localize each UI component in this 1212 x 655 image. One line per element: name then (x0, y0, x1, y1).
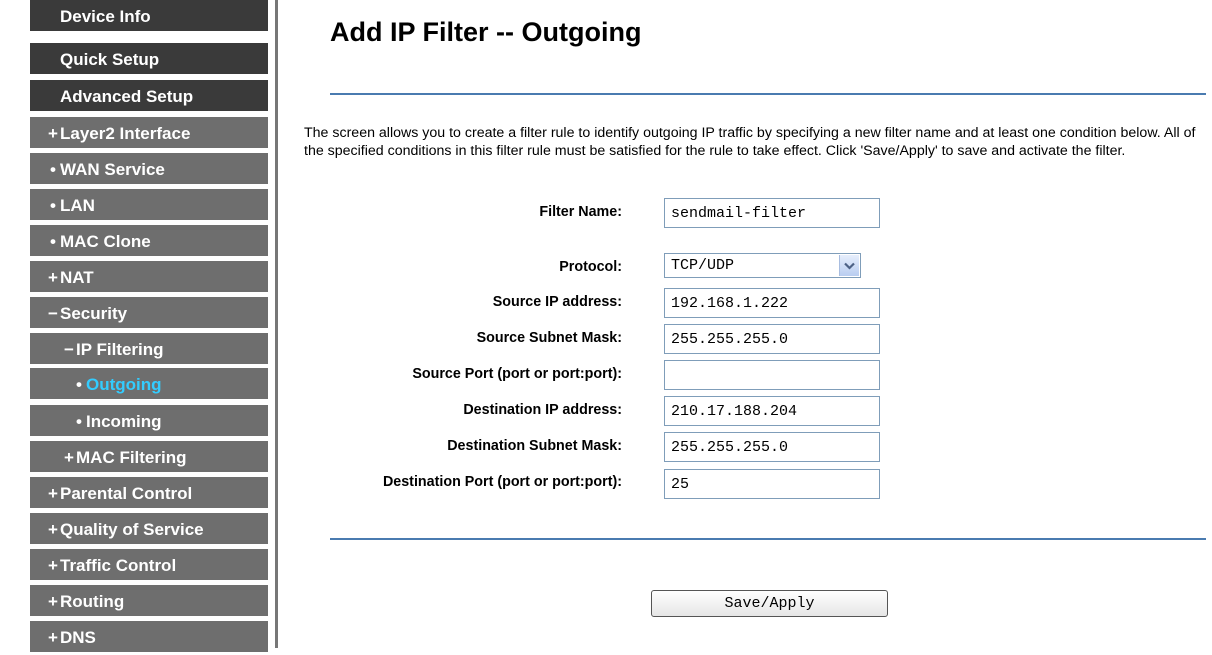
source-mask-input[interactable] (664, 324, 880, 354)
sidebar-item-label: IP Filtering (76, 340, 164, 359)
source-ip-input[interactable] (664, 288, 880, 318)
sidebar-item-lan[interactable]: • LAN (30, 189, 268, 223)
sidebar-nav: Device Info Quick Setup Advanced Setup +… (0, 0, 268, 655)
filter-name-input[interactable] (664, 198, 880, 228)
sidebar-item-prefix: + (48, 520, 58, 539)
sidebar-item-label: MAC Filtering (76, 448, 187, 467)
sidebar-item-label: LAN (60, 196, 95, 215)
sidebar-item-label: NAT (60, 268, 94, 287)
page-description: The screen allows you to create a filter… (304, 125, 1196, 159)
protocol-select[interactable]: TCP/UDP (664, 253, 861, 278)
sidebar-item-prefix: + (48, 556, 58, 575)
filter-name-label: Filter Name: (539, 204, 622, 220)
sidebar-item-parental-control[interactable]: + Parental Control (30, 477, 268, 511)
bottom-divider (330, 538, 1206, 540)
sidebar-item-prefix: − (48, 304, 58, 323)
sidebar-item-traffic-control[interactable]: + Traffic Control (30, 549, 268, 583)
protocol-label: Protocol: (559, 259, 622, 275)
sidebar-item-prefix: • (76, 375, 82, 394)
sidebar-item-prefix: + (48, 268, 58, 287)
sidebar-item-quality-of-service[interactable]: + Quality of Service (30, 513, 268, 547)
source-port-input[interactable] (664, 360, 880, 390)
page-title: Add IP Filter -- Outgoing (330, 17, 642, 47)
source-port-label: Source Port (port or port:port): (412, 366, 622, 382)
sidebar-item-outgoing[interactable]: • Outgoing (30, 368, 268, 402)
chevron-down-icon[interactable] (839, 255, 859, 276)
sidebar-item-prefix: • (50, 196, 56, 215)
sidebar-item-label: Traffic Control (60, 556, 177, 575)
sidebar-item-incoming[interactable]: • Incoming (30, 405, 268, 439)
protocol-selected-value: TCP/UDP (671, 257, 735, 274)
dest-mask-label: Destination Subnet Mask: (447, 438, 622, 454)
sidebar-item-security[interactable]: − Security (30, 297, 268, 331)
sidebar-item-mac-filtering[interactable]: + MAC Filtering (30, 441, 268, 475)
sidebar-item-quick-setup[interactable]: Quick Setup (30, 43, 268, 77)
sidebar-item-prefix: + (64, 448, 74, 467)
sidebar-item-wan-service[interactable]: • WAN Service (30, 153, 268, 187)
sidebar-item-dns[interactable]: + DNS (30, 621, 268, 655)
dest-ip-label: Destination IP address: (463, 402, 622, 418)
main-content: Add IP Filter -- Outgoing The screen all… (278, 0, 1212, 648)
sidebar-item-label: Routing (60, 592, 125, 611)
sidebar-item-device-info[interactable]: Device Info (30, 0, 268, 34)
sidebar-item-prefix: + (48, 592, 58, 611)
sidebar-item-routing[interactable]: + Routing (30, 585, 268, 619)
dest-mask-input[interactable] (664, 432, 880, 462)
sidebar-item-label: WAN Service (60, 160, 165, 179)
sidebar-item-prefix: + (48, 484, 58, 503)
sidebar-item-label: Security (60, 304, 128, 323)
dest-port-label: Destination Port (port or port:port): (382, 474, 622, 490)
dest-port-input[interactable] (664, 469, 880, 499)
sidebar-item-prefix: + (48, 124, 58, 143)
sidebar-item-prefix: − (64, 340, 74, 359)
sidebar-item-label: DNS (60, 628, 96, 647)
sidebar-item-label: Outgoing (86, 375, 162, 394)
sidebar-item-label: Incoming (86, 412, 162, 431)
sidebar-item-layer2-interface[interactable]: + Layer2 Interface (30, 117, 268, 151)
save-apply-button[interactable]: Save/Apply (651, 590, 888, 617)
sidebar-item-label: Quick Setup (60, 50, 160, 69)
sidebar-item-label: Parental Control (60, 484, 193, 503)
dest-ip-input[interactable] (664, 396, 880, 426)
sidebar-item-label: MAC Clone (60, 232, 151, 251)
source-ip-label: Source IP address: (492, 294, 622, 310)
top-divider (330, 93, 1206, 95)
sidebar-item-label: Device Info (60, 7, 151, 26)
sidebar-item-prefix: • (50, 160, 56, 179)
sidebar-item-label: Layer2 Interface (60, 124, 191, 143)
sidebar-item-nat[interactable]: + NAT (30, 261, 268, 295)
sidebar-item-advanced-setup[interactable]: Advanced Setup (30, 80, 268, 114)
sidebar-item-prefix: + (48, 628, 58, 647)
sidebar-item-mac-clone[interactable]: • MAC Clone (30, 225, 268, 259)
source-mask-label: Source Subnet Mask: (476, 330, 622, 346)
sidebar-item-label: Quality of Service (60, 520, 204, 539)
sidebar-item-label: Advanced Setup (60, 87, 194, 106)
sidebar-item-ip-filtering[interactable]: − IP Filtering (30, 333, 268, 367)
sidebar-item-prefix: • (50, 232, 56, 251)
sidebar-item-prefix: • (76, 412, 82, 431)
